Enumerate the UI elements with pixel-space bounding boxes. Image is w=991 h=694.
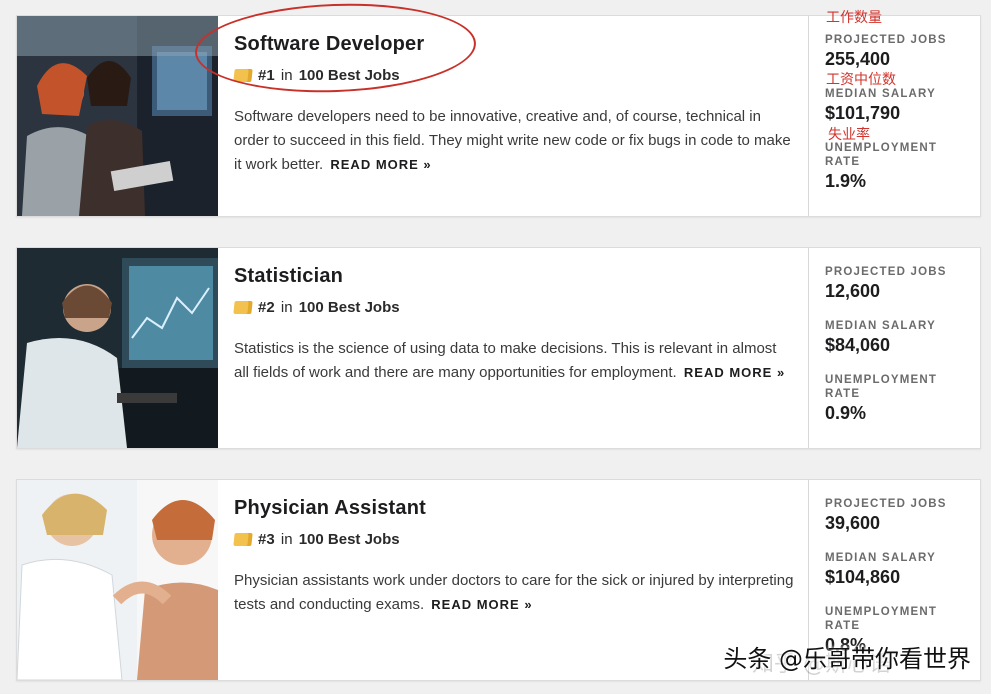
read-more-link[interactable]: READ MORE » bbox=[684, 365, 785, 380]
unemployment-label: UNEMPLOYMENT RATE bbox=[825, 374, 938, 400]
unemployment-label: UNEMPLOYMENT RATE bbox=[825, 142, 938, 168]
projected-jobs-stat: PROJECTED JOBS 255,400 bbox=[825, 33, 955, 70]
read-more-link[interactable]: READ MORE » bbox=[330, 157, 431, 172]
watermark: 头条 @乐哥带你看世界 bbox=[723, 645, 971, 673]
projected-jobs-label: PROJECTED JOBS bbox=[825, 498, 947, 510]
job-title[interactable]: Statistician bbox=[234, 265, 343, 288]
job-description: Physician assistants work under doctors … bbox=[234, 569, 794, 617]
annotation-unemployment-cn: 失业率 bbox=[828, 127, 870, 143]
median-salary-label: MEDIAN SALARY bbox=[825, 320, 937, 332]
rank-number: #2 bbox=[258, 299, 275, 316]
job-photo-physician-assistant[interactable] bbox=[17, 480, 218, 680]
job-photo-software-developer[interactable] bbox=[17, 16, 218, 216]
median-salary-stat: MEDIAN SALARY $101,790 bbox=[825, 87, 955, 124]
rank-in: in bbox=[280, 299, 293, 316]
projected-jobs-stat: PROJECTED JOBS 12,600 bbox=[825, 265, 955, 302]
job-stats: PROJECTED JOBS 255,400 MEDIAN SALARY $10… bbox=[808, 16, 980, 216]
median-salary-label: MEDIAN SALARY bbox=[825, 552, 937, 564]
annotation-median-salary-cn: 工资中位数 bbox=[826, 72, 896, 88]
projected-jobs-value: 39,600 bbox=[825, 513, 881, 533]
job-photo-statistician[interactable] bbox=[17, 248, 218, 448]
job-description: Software developers need to be innovativ… bbox=[234, 105, 794, 177]
rank-list-link[interactable]: 100 Best Jobs bbox=[299, 299, 400, 316]
job-rank: #2 in 100 Best Jobs bbox=[233, 299, 400, 316]
unemployment-value: 1.9% bbox=[825, 171, 867, 191]
projected-jobs-value: 12,600 bbox=[825, 281, 881, 301]
projected-jobs-label: PROJECTED JOBS bbox=[825, 34, 947, 46]
median-salary-value: $101,790 bbox=[825, 103, 901, 123]
rank-list-link[interactable]: 100 Best Jobs bbox=[299, 531, 400, 548]
median-salary-value: $84,060 bbox=[825, 335, 891, 355]
rank-in: in bbox=[280, 531, 293, 548]
unemployment-stat: UNEMPLOYMENT RATE 1.9% bbox=[825, 141, 955, 192]
median-salary-stat: MEDIAN SALARY $84,060 bbox=[825, 319, 955, 356]
read-more-link[interactable]: READ MORE » bbox=[431, 597, 532, 612]
ribbon-badge-icon bbox=[233, 301, 253, 314]
projected-jobs-stat: PROJECTED JOBS 39,600 bbox=[825, 497, 955, 534]
median-salary-value: $104,860 bbox=[825, 567, 901, 587]
unemployment-stat: UNEMPLOYMENT RATE 0.9% bbox=[825, 373, 955, 424]
job-description: Statistics is the science of using data … bbox=[234, 337, 794, 385]
projected-jobs-label: PROJECTED JOBS bbox=[825, 266, 947, 278]
annotation-projected-jobs-cn: 工作数量 bbox=[826, 10, 882, 26]
job-card-statistician: Statistician #2 in 100 Best Jobs Statist… bbox=[16, 247, 981, 449]
job-card-software-developer: Software Developer #1 in 100 Best Jobs S… bbox=[16, 15, 981, 217]
projected-jobs-value: 255,400 bbox=[825, 49, 891, 69]
job-rank: #3 in 100 Best Jobs bbox=[233, 531, 400, 548]
ribbon-badge-icon bbox=[233, 533, 253, 546]
job-content: Physician Assistant #3 in 100 Best Jobs … bbox=[233, 480, 794, 680]
job-description-text: Software developers need to be innovativ… bbox=[234, 108, 791, 173]
unemployment-value: 0.9% bbox=[825, 403, 867, 423]
median-salary-stat: MEDIAN SALARY $104,860 bbox=[825, 551, 955, 588]
rank-number: #3 bbox=[258, 531, 275, 548]
job-title[interactable]: Physician Assistant bbox=[234, 497, 426, 520]
median-salary-label: MEDIAN SALARY bbox=[825, 88, 937, 100]
job-stats: PROJECTED JOBS 12,600 MEDIAN SALARY $84,… bbox=[808, 248, 980, 448]
unemployment-label: UNEMPLOYMENT RATE bbox=[825, 606, 938, 632]
job-content: Statistician #2 in 100 Best Jobs Statist… bbox=[233, 248, 794, 448]
